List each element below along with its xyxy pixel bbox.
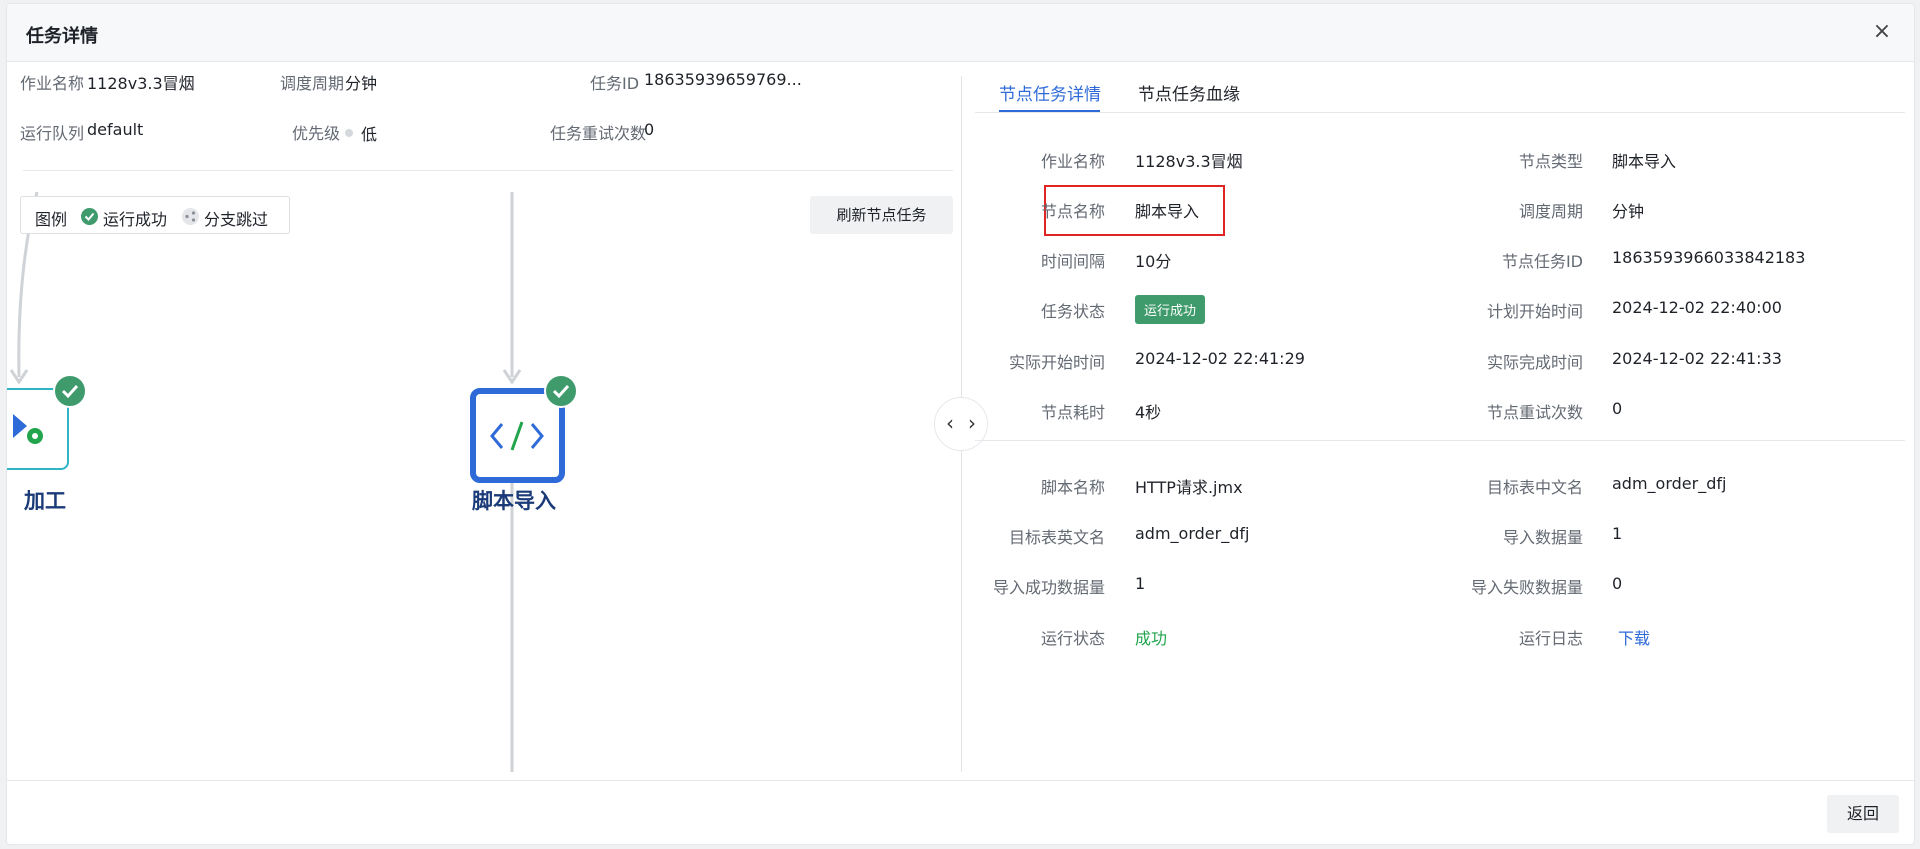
schedule-label: 调度周期 [1518,202,1583,221]
target-en-value: adm_order_dfj [1135,524,1250,543]
import-fail-value: 0 [1612,574,1623,593]
tabs-divider [975,112,1905,113]
divider [23,170,953,171]
priority-value: 低 [361,125,378,144]
tab-node-lineage[interactable]: 节点任务血缘 [1138,80,1240,105]
node-success-check-icon [544,374,578,408]
left-panel: 作业名称 1128v3.3冒烟 调度周期 分钟 任务ID 18635939659… [7,62,967,782]
script-name-value: HTTP请求.jmx [1135,478,1243,497]
legend: 图例 运行成功 分支跳过 [20,196,290,234]
branch-skip-icon [182,208,199,225]
script-name-label: 脚本名称 [1040,478,1105,497]
download-log-link[interactable]: 下载 [1618,625,1650,649]
import-success-value: 1 [1135,574,1146,593]
queue-label: 运行队列 [20,124,85,143]
node-type-label: 节点类型 [1518,152,1583,171]
dialog-title: 任务详情 [26,26,98,47]
chevron-left-icon[interactable]: ‹ [946,411,954,435]
actual-end-label: 实际完成时间 [1486,353,1583,372]
task-status-label: 任务状态 [1040,302,1105,321]
target-cn-label: 目标表中文名 [1486,478,1583,497]
flow-node-label-script-import: 脚本导入 [472,489,556,513]
priority-dot-icon [345,129,353,137]
flow-node-label-process: 加工 [24,489,66,513]
job-name-value: 1128v3.3冒烟 [87,74,195,93]
tab-node-detail[interactable]: 节点任务详情 [999,80,1101,105]
close-icon[interactable]: × [1870,20,1894,44]
actual-end-value: 2024-12-02 22:41:33 [1612,349,1782,368]
job-name-label: 作业名称 [20,74,85,93]
job-name-value: 1128v3.3冒烟 [1135,152,1243,171]
flow-canvas[interactable]: 加工 脚本导入 [7,192,962,772]
legend-skip: 分支跳过 [204,210,269,229]
legend-success: 运行成功 [103,210,168,229]
job-name-label: 作业名称 [1040,152,1105,171]
duration-value: 4秒 [1135,403,1162,422]
target-cn-value: adm_order_dfj [1612,474,1727,493]
queue-value: default [87,120,144,139]
success-check-icon [81,208,98,225]
target-en-label: 目标表英文名 [1008,528,1105,547]
import-fail-label: 导入失败数据量 [1470,578,1583,597]
right-panel: 节点任务详情 节点任务血缘 作业名称 1128v3.3冒烟 节点类型 脚本导入 … [975,62,1910,782]
run-status-value: 成功 [1135,629,1168,648]
task-detail-dialog: 任务详情 × 作业名称 1128v3.3冒烟 调度周期 分钟 任务ID 1863… [6,3,1915,845]
schedule-value: 分钟 [345,74,378,93]
node-name-value: 脚本导入 [1135,202,1200,221]
retry-value: 0 [644,120,655,139]
back-button[interactable]: 返回 [1827,795,1899,833]
actual-start-value: 2024-12-02 22:41:29 [1135,349,1305,368]
dialog-footer: 返回 [7,780,1914,844]
task-status-badge: 运行成功 [1135,295,1206,324]
interval-label: 时间间隔 [1040,252,1105,271]
retry-label: 任务重试次数 [550,124,647,143]
run-status-label: 运行状态 [1040,629,1105,648]
priority-label: 优先级 [292,124,341,143]
process-gear-icon [13,414,43,444]
task-id-value: 18635939659769... [644,70,802,89]
node-type-value: 脚本导入 [1612,152,1677,171]
node-name-label: 节点名称 [1040,202,1105,221]
interval-value: 10分 [1135,252,1172,271]
node-task-id-value: 1863593966033842183 [1612,248,1806,267]
node-retry-label: 节点重试次数 [1486,403,1583,422]
node-retry-value: 0 [1612,399,1623,418]
import-count-label: 导入数据量 [1502,528,1583,547]
schedule-value: 分钟 [1612,202,1645,221]
run-log-label: 运行日志 [1518,629,1583,648]
schedule-label: 调度周期 [280,74,345,93]
plan-start-value: 2024-12-02 22:40:00 [1612,298,1782,317]
legend-title: 图例 [35,210,68,229]
actual-start-label: 实际开始时间 [1008,353,1105,372]
dialog-header: 任务详情 × [7,4,1914,62]
node-success-check-icon [53,374,87,408]
task-id-label: 任务ID [590,74,640,93]
code-icon [490,421,544,451]
node-task-id-label: 节点任务ID [1501,252,1583,271]
refresh-node-task-button[interactable]: 刷新节点任务 [810,196,953,234]
import-count-value: 1 [1612,524,1623,543]
duration-label: 节点耗时 [1040,403,1105,422]
import-success-label: 导入成功数据量 [992,578,1105,597]
plan-start-label: 计划开始时间 [1486,302,1583,321]
section-divider [975,440,1905,441]
